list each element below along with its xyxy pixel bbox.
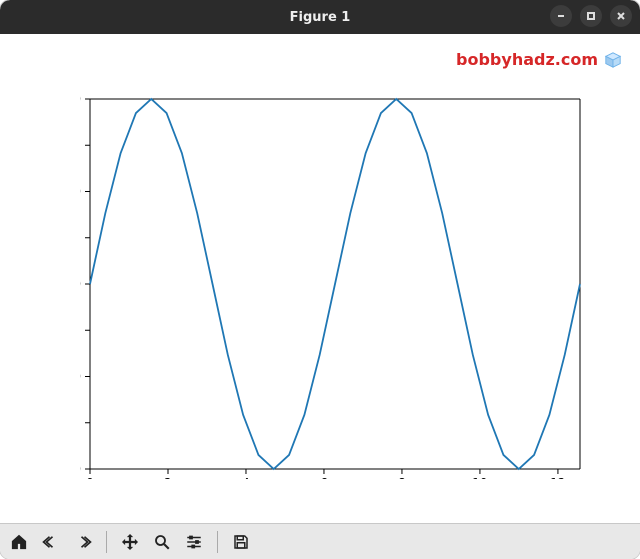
minimize-icon xyxy=(556,11,566,21)
svg-text:-0.75: -0.75 xyxy=(80,416,81,430)
svg-text:10: 10 xyxy=(472,476,487,479)
home-icon xyxy=(10,533,28,551)
toolbar-separator xyxy=(217,531,218,553)
move-icon xyxy=(121,533,139,551)
toolbar-separator xyxy=(106,531,107,553)
svg-text:-0.50: -0.50 xyxy=(80,370,81,384)
arrow-right-icon xyxy=(74,533,92,551)
window-title: Figure 1 xyxy=(290,10,351,25)
figure-canvas: bobbyhadz.com 0 2 4 6 8 10 12 -1.00 -0.75 -0.50 -0… xyxy=(0,34,640,523)
zoom-icon xyxy=(153,533,171,551)
pan-button[interactable] xyxy=(119,531,141,553)
svg-text:0: 0 xyxy=(86,476,94,479)
window-controls xyxy=(550,5,632,27)
svg-text:-1.00: -1.00 xyxy=(80,462,81,476)
configure-button[interactable] xyxy=(183,531,205,553)
watermark-text: bobbyhadz.com xyxy=(456,50,598,69)
forward-button[interactable] xyxy=(72,531,94,553)
svg-text:0.00: 0.00 xyxy=(80,277,81,291)
back-button[interactable] xyxy=(40,531,62,553)
arrow-left-icon xyxy=(42,533,60,551)
close-button[interactable] xyxy=(610,5,632,27)
svg-text:4: 4 xyxy=(242,476,250,479)
svg-text:6: 6 xyxy=(320,476,328,479)
matplotlib-toolbar xyxy=(0,523,640,559)
plot-area: 0 2 4 6 8 10 12 -1.00 -0.75 -0.50 -0.25 0.00 0.25 0.5… xyxy=(80,89,590,479)
minimize-button[interactable] xyxy=(550,5,572,27)
svg-text:1.00: 1.00 xyxy=(80,92,81,106)
svg-text:0.50: 0.50 xyxy=(80,185,81,199)
titlebar: Figure 1 xyxy=(0,0,640,34)
close-icon xyxy=(616,11,626,21)
sliders-icon xyxy=(185,533,203,551)
svg-text:2: 2 xyxy=(164,476,172,479)
maximize-icon xyxy=(586,11,596,21)
save-icon xyxy=(232,533,250,551)
svg-text:12: 12 xyxy=(550,476,565,479)
home-button[interactable] xyxy=(8,531,30,553)
save-button[interactable] xyxy=(230,531,252,553)
maximize-button[interactable] xyxy=(580,5,602,27)
svg-text:8: 8 xyxy=(398,476,406,479)
svg-text:-0.25: -0.25 xyxy=(80,323,81,337)
zoom-button[interactable] xyxy=(151,531,173,553)
cube-icon xyxy=(604,51,622,69)
svg-text:0.75: 0.75 xyxy=(80,138,81,152)
svg-text:0.25: 0.25 xyxy=(80,231,81,245)
watermark: bobbyhadz.com xyxy=(456,50,622,69)
app-window: Figure 1 bobbyhadz.com 0 2 4 6 8 10 12 -1.00 -0.… xyxy=(0,0,640,559)
